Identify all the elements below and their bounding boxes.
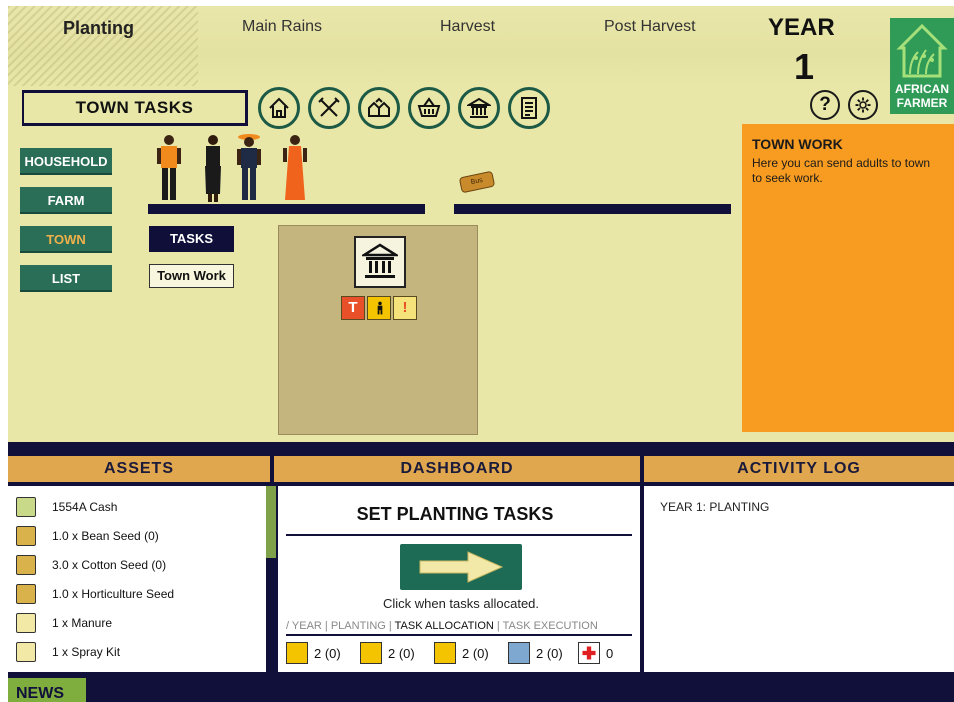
- nav-farm-button[interactable]: FARM: [20, 187, 112, 214]
- info-title: TOWN WORK: [752, 136, 843, 152]
- logo-text-line1: AFRICAN: [895, 82, 949, 96]
- road-left: [148, 204, 425, 214]
- asset-label: 1.0 x Horticulture Seed: [52, 587, 175, 601]
- count-value: 0: [606, 646, 614, 661]
- market-basket-icon[interactable]: [408, 87, 450, 129]
- asset-label: 3.0 x Cotton Seed (0): [52, 558, 167, 572]
- next-arrow-button[interactable]: [400, 544, 522, 590]
- activity-log-entry: YEAR 1: PLANTING: [660, 500, 770, 514]
- road-right: [454, 204, 731, 214]
- task-t-icon: T: [341, 296, 365, 320]
- activity-log-body: YEAR 1: PLANTING: [644, 486, 954, 672]
- sick-cross-icon: [578, 642, 600, 664]
- assets-header: ASSETS: [8, 456, 270, 482]
- count-value: 2 (0): [314, 646, 341, 661]
- cash-icon: [16, 497, 36, 517]
- notes-icon[interactable]: [508, 87, 550, 129]
- season-harvest: Harvest: [440, 18, 496, 35]
- farmer-figure-icon[interactable]: [234, 134, 264, 204]
- help-button[interactable]: ?: [810, 90, 840, 120]
- dashboard-header: DASHBOARD: [274, 456, 640, 482]
- news-label[interactable]: NEWS: [8, 678, 86, 702]
- year-value: 1: [794, 46, 815, 87]
- town-bank-building[interactable]: [354, 236, 406, 288]
- asset-label: 1 x Manure: [52, 616, 113, 630]
- bus-ticket-icon[interactable]: Bus: [458, 170, 496, 194]
- manure-icon: [16, 613, 36, 633]
- phase-suffix: | TASK EXECUTION: [493, 620, 598, 632]
- asset-label: 1.0 x Bean Seed (0): [52, 529, 159, 543]
- dashboard-divider: [286, 534, 632, 536]
- african-farmer-logo: AFRICAN FARMER: [890, 18, 954, 114]
- count-value: 2 (0): [536, 646, 563, 661]
- seed-bag-icon: [16, 555, 36, 575]
- assets-scroll-thumb[interactable]: [266, 486, 276, 558]
- info-panel: TOWN WORK Here you can send adults to to…: [742, 124, 954, 432]
- count-value: 2 (0): [388, 646, 415, 661]
- elder-icon: [508, 642, 530, 664]
- season-post-harvest: Post Harvest: [604, 18, 696, 35]
- dashboard-body: SET PLANTING TASKS Click when tasks allo…: [278, 486, 640, 672]
- season-planting: Planting: [63, 18, 134, 38]
- logo-text-line2: FARMER: [896, 96, 948, 110]
- home-icon[interactable]: [258, 87, 300, 129]
- year-label: YEAR: [768, 14, 835, 41]
- section-title: TOWN TASKS: [22, 90, 248, 126]
- news-bar: NEWS: [8, 678, 954, 702]
- count-value: 2 (0): [462, 646, 489, 661]
- nav-town-button[interactable]: TOWN: [20, 226, 112, 253]
- house-logo-icon: [896, 23, 948, 78]
- woman-figure-icon[interactable]: [198, 134, 228, 204]
- game-screen: Planting Main Rains Harvest Post Harvest…: [8, 6, 954, 702]
- child-icon: [434, 642, 456, 664]
- dashboard-title: SET PLANTING TASKS: [356, 504, 554, 524]
- click-instruction: Click when tasks allocated.: [382, 596, 540, 611]
- seed-bag-icon: [16, 526, 36, 546]
- activity-log-header: ACTIVITY LOG: [644, 456, 954, 482]
- asset-label: 1554A Cash: [52, 500, 118, 514]
- asset-label: 1 x Spray Kit: [52, 645, 121, 659]
- woman-icon: [360, 642, 382, 664]
- farm-tools-icon[interactable]: [308, 87, 350, 129]
- seed-bag-icon: [16, 584, 36, 604]
- nav-list-button[interactable]: LIST: [20, 265, 112, 292]
- bank-icon[interactable]: [458, 87, 500, 129]
- phase-indicator: / YEAR | PLANTING | TASK ALLOCATION | TA…: [286, 616, 632, 636]
- woman-orange-dress-figure-icon[interactable]: [280, 134, 310, 204]
- man-icon: [286, 642, 308, 664]
- spray-kit-icon: [16, 642, 36, 662]
- settings-gear-icon[interactable]: [848, 90, 878, 120]
- phase-prefix: / YEAR | PLANTING |: [286, 620, 395, 632]
- game-frame: Planting Main Rains Harvest Post Harvest…: [0, 0, 954, 702]
- season-main-rains: Main Rains: [242, 18, 323, 35]
- arrow-right-icon: [419, 551, 504, 583]
- phase-active: TASK ALLOCATION: [394, 620, 494, 632]
- man-figure-icon[interactable]: [154, 134, 184, 204]
- alert-exclamation-icon: !: [393, 296, 417, 320]
- bank-building-icon: [362, 243, 398, 278]
- assets-list[interactable]: 1554A Cash 1.0 x Bean Seed (0) 3.0 x Cot…: [8, 486, 266, 672]
- village-icon[interactable]: [358, 87, 400, 129]
- tasks-tab-button[interactable]: TASKS: [149, 226, 234, 252]
- worker-person-icon: [367, 296, 391, 320]
- town-work-button[interactable]: Town Work: [149, 264, 234, 288]
- bottom-panels: ASSETS DASHBOARD ACTIVITY LOG 1554A Cash…: [8, 442, 954, 702]
- nav-household-button[interactable]: HOUSEHOLD: [20, 148, 112, 175]
- info-text: Here you can send adults to town to seek…: [752, 156, 931, 185]
- town-plot[interactable]: T !: [278, 225, 478, 435]
